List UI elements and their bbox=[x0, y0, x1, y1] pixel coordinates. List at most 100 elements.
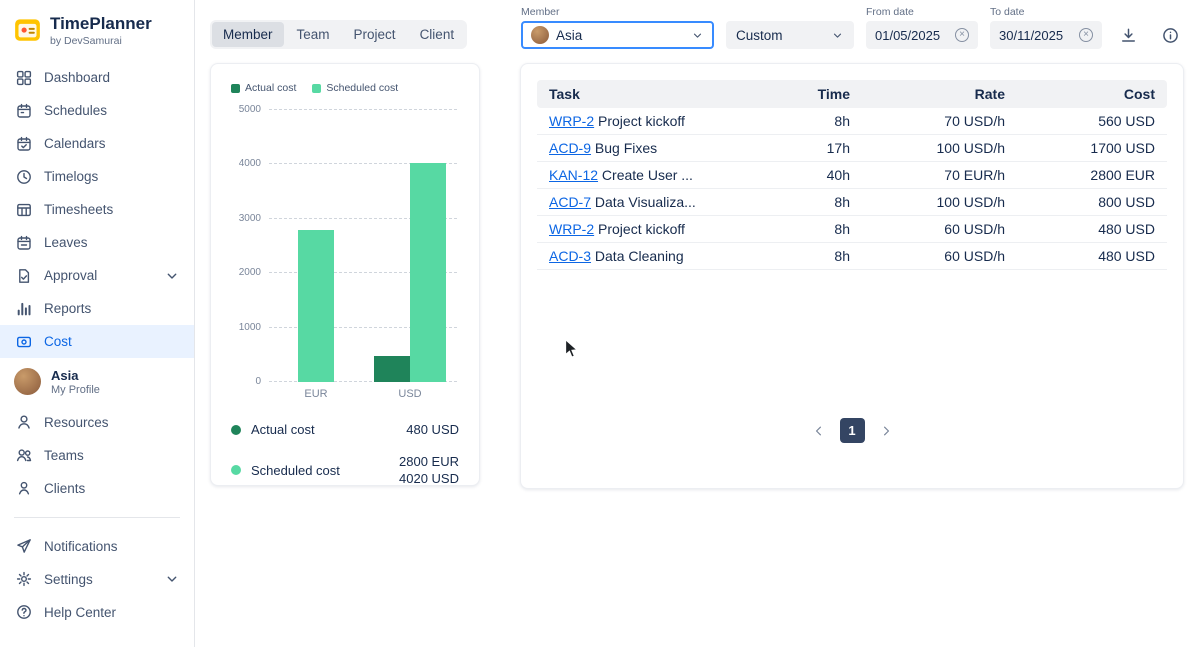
from-date-value: 01/05/2025 bbox=[875, 28, 940, 43]
reports-icon bbox=[16, 301, 32, 317]
task-title: Bug Fixes bbox=[595, 140, 657, 156]
task-title: Create User ... bbox=[602, 167, 693, 183]
sidebar-item-reports[interactable]: Reports bbox=[0, 292, 194, 325]
to-date-value: 30/11/2025 bbox=[999, 28, 1063, 43]
sidebar-item-timesheets[interactable]: Timesheets bbox=[0, 193, 194, 226]
task-title: Project kickoff bbox=[598, 221, 685, 237]
profile-name: Asia bbox=[51, 368, 100, 384]
cost-table: Task Time Rate Cost WRP-2 Project kickof… bbox=[537, 80, 1167, 270]
pagination: 1 bbox=[537, 418, 1167, 443]
sidebar-item-dashboard[interactable]: Dashboard bbox=[0, 61, 194, 94]
to-date-input[interactable]: 30/11/2025 × bbox=[990, 21, 1102, 49]
help-icon bbox=[16, 604, 32, 620]
pagination-current-page[interactable]: 1 bbox=[840, 418, 865, 443]
column-header-cost[interactable]: Cost bbox=[1017, 80, 1167, 108]
app-logo-icon bbox=[14, 16, 41, 43]
task-link[interactable]: ACD-3 bbox=[549, 248, 591, 264]
sidebar-item-label: Notifications bbox=[44, 539, 180, 554]
tab-client[interactable]: Client bbox=[409, 22, 466, 47]
app-subtitle: by DevSamurai bbox=[50, 35, 152, 47]
range-select[interactable]: Custom bbox=[726, 21, 854, 49]
app-window: TimePlanner by DevSamurai Dashboard Sched… bbox=[0, 0, 1200, 647]
client-icon bbox=[16, 480, 32, 496]
sidebar-item-label: Approval bbox=[44, 268, 152, 283]
chevron-left-icon[interactable] bbox=[812, 424, 826, 438]
column-header-time[interactable]: Time bbox=[742, 80, 862, 108]
sidebar-item-approval[interactable]: Approval bbox=[0, 259, 194, 292]
sidebar-item-schedules[interactable]: Schedules bbox=[0, 94, 194, 127]
bar-actual-cost-usd[interactable] bbox=[374, 356, 410, 382]
table-row[interactable]: ACD-9 Bug Fixes17h100 USD/h1700 USD bbox=[537, 135, 1167, 162]
sidebar-divider bbox=[14, 517, 180, 518]
cell-rate: 60 USD/h bbox=[862, 243, 1017, 270]
summary-label: Scheduled cost bbox=[251, 463, 340, 478]
chart-legend: Actual costScheduled cost bbox=[231, 82, 459, 94]
sidebar-item-leaves[interactable]: Leaves bbox=[0, 226, 194, 259]
cell-rate: 70 EUR/h bbox=[862, 162, 1017, 189]
app-logo[interactable]: TimePlanner by DevSamurai bbox=[0, 14, 194, 47]
bar-scheduled-cost-eur[interactable] bbox=[298, 230, 334, 382]
cell-cost: 800 USD bbox=[1017, 189, 1167, 216]
sidebar-item-calendars[interactable]: Calendars bbox=[0, 127, 194, 160]
chevron-down-icon bbox=[164, 571, 180, 587]
person-icon bbox=[16, 414, 32, 430]
task-link[interactable]: KAN-12 bbox=[549, 167, 598, 183]
chevron-right-icon[interactable] bbox=[879, 424, 893, 438]
sidebar-item-settings[interactable]: Settings bbox=[0, 563, 194, 596]
tab-team[interactable]: Team bbox=[286, 22, 341, 47]
timesheets-icon bbox=[16, 202, 32, 218]
sidebar-item-label: Calendars bbox=[44, 136, 180, 151]
sidebar-item-label: Timelogs bbox=[44, 169, 180, 184]
tab-member[interactable]: Member bbox=[212, 22, 284, 47]
sidebar-item-teams[interactable]: Teams bbox=[0, 439, 194, 472]
chevron-down-icon bbox=[831, 29, 844, 42]
bar-chart: 010002000300040005000 EURUSD bbox=[231, 104, 459, 400]
sidebar-item-notifications[interactable]: Notifications bbox=[0, 530, 194, 563]
info-button[interactable] bbox=[1156, 21, 1184, 49]
filters: Member Asia Custom From date bbox=[521, 6, 1184, 49]
from-date-input[interactable]: 01/05/2025 × bbox=[866, 21, 978, 49]
profile-subtitle: My Profile bbox=[51, 384, 100, 396]
from-date-label: From date bbox=[866, 6, 978, 18]
sidebar-item-label: Help Center bbox=[44, 605, 180, 620]
axis-label: USD bbox=[363, 388, 457, 400]
sidebar-item-clients[interactable]: Clients bbox=[0, 472, 194, 505]
table-row[interactable]: ACD-3 Data Cleaning8h60 USD/h480 USD bbox=[537, 243, 1167, 270]
sidebar-item-label: Settings bbox=[44, 572, 152, 587]
cell-rate: 100 USD/h bbox=[862, 135, 1017, 162]
profile-item[interactable]: Asia My Profile bbox=[0, 368, 194, 396]
sidebar-item-help-center[interactable]: Help Center bbox=[0, 596, 194, 629]
task-link[interactable]: WRP-2 bbox=[549, 113, 594, 129]
column-header-task[interactable]: Task bbox=[537, 80, 742, 108]
sidebar-item-label: Clients bbox=[44, 481, 180, 496]
sidebar-item-label: Schedules bbox=[44, 103, 180, 118]
cell-cost: 1700 USD bbox=[1017, 135, 1167, 162]
download-button[interactable] bbox=[1114, 21, 1142, 49]
chart-summary: Actual cost480 USDScheduled cost2800 EUR… bbox=[231, 414, 459, 486]
clear-icon[interactable]: × bbox=[955, 28, 969, 42]
member-select[interactable]: Asia bbox=[521, 21, 714, 49]
tab-project[interactable]: Project bbox=[343, 22, 407, 47]
bar-scheduled-cost-usd[interactable] bbox=[410, 163, 446, 382]
table-row[interactable]: ACD-7 Data Visualiza...8h100 USD/h800 US… bbox=[537, 189, 1167, 216]
profile-avatar bbox=[14, 368, 41, 395]
task-link[interactable]: ACD-9 bbox=[549, 140, 591, 156]
topbar: MemberTeamProjectClient Member Asia Cust… bbox=[195, 0, 1200, 55]
legend-item: Scheduled cost bbox=[312, 82, 398, 94]
table-row[interactable]: KAN-12 Create User ...40h70 EUR/h2800 EU… bbox=[537, 162, 1167, 189]
sidebar-item-label: Teams bbox=[44, 448, 180, 463]
column-header-rate[interactable]: Rate bbox=[862, 80, 1017, 108]
task-link[interactable]: ACD-7 bbox=[549, 194, 591, 210]
sidebar-item-cost[interactable]: Cost bbox=[0, 325, 194, 358]
task-title: Data Visualiza... bbox=[595, 194, 696, 210]
teams-icon bbox=[16, 447, 32, 463]
sidebar-item-timelogs[interactable]: Timelogs bbox=[0, 160, 194, 193]
sidebar: TimePlanner by DevSamurai Dashboard Sched… bbox=[0, 0, 195, 647]
task-link[interactable]: WRP-2 bbox=[549, 221, 594, 237]
clear-icon[interactable]: × bbox=[1079, 28, 1093, 42]
table-row[interactable]: WRP-2 Project kickoff8h70 USD/h560 USD bbox=[537, 108, 1167, 135]
sidebar-footer-nav: Notifications Settings Help Center bbox=[0, 530, 194, 629]
cell-cost: 480 USD bbox=[1017, 216, 1167, 243]
sidebar-item-resources[interactable]: Resources bbox=[0, 406, 194, 439]
table-row[interactable]: WRP-2 Project kickoff8h60 USD/h480 USD bbox=[537, 216, 1167, 243]
